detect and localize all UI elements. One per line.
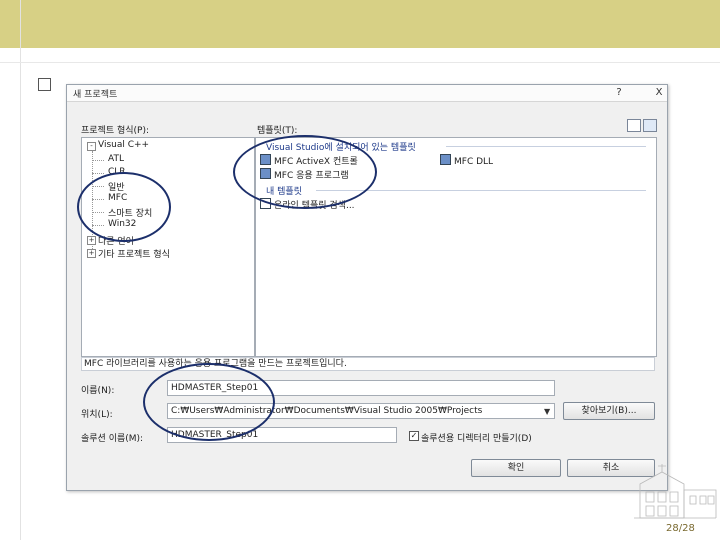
tree-connector-line	[92, 160, 104, 161]
annotation-circle-templates	[233, 135, 377, 209]
create-directory-label: 솔루션용 디렉터리 만들기(D)	[421, 434, 532, 444]
expand-icon[interactable]: +	[87, 236, 96, 245]
project-types-label: 프로젝트 형식(P):	[81, 126, 150, 136]
name-label: 이름(N):	[81, 386, 115, 396]
template-label: MFC DLL	[454, 157, 494, 167]
location-label: 위치(L):	[81, 410, 113, 420]
dialog-titlebar: 새 프로젝트 ? X	[67, 85, 667, 102]
project-types-tree: - Visual C++ ATL CLR 일반 MFC 스마트 장치 Win32…	[81, 137, 255, 357]
solution-name-label: 솔루션 이름(M):	[81, 434, 144, 444]
campus-building-sketch-icon	[634, 464, 717, 519]
collapse-icon[interactable]: -	[87, 142, 96, 151]
ok-button[interactable]: 확인	[471, 459, 561, 477]
chevron-down-icon[interactable]: ▼	[544, 407, 550, 416]
new-project-dialog: 새 프로젝트 ? X 프로젝트 형식(P): 템플릿(T): - Visual …	[66, 84, 668, 491]
page-number: 28/28	[666, 523, 695, 534]
tree-item-visual-cpp[interactable]: Visual C++	[98, 140, 149, 150]
browse-button[interactable]: 찾아보기(B)...	[563, 402, 655, 420]
create-directory-checkbox[interactable]: ✓	[409, 431, 419, 441]
group-divider	[446, 146, 646, 147]
annotation-circle-tree	[77, 172, 171, 242]
large-icons-view-icon[interactable]	[627, 119, 641, 132]
annotation-circle-name	[143, 363, 275, 441]
bullet-square-icon	[38, 78, 51, 91]
template-mfc-dll[interactable]: MFC DLL	[440, 154, 493, 167]
slide-header-band	[0, 0, 720, 48]
tree-connector-line	[92, 173, 104, 174]
expand-icon[interactable]: +	[87, 249, 96, 258]
tree-item-other-project-types[interactable]: 기타 프로젝트 형식	[98, 247, 170, 260]
close-icon[interactable]: X	[651, 86, 667, 99]
help-icon[interactable]: ?	[611, 86, 627, 99]
small-icons-view-icon[interactable]	[643, 119, 657, 132]
mfc-template-icon	[440, 154, 451, 165]
slide-margin-line	[20, 0, 21, 540]
dialog-title: 새 프로젝트	[73, 90, 118, 100]
tree-item-atl[interactable]: ATL	[108, 154, 124, 164]
slide-divider-line	[0, 62, 720, 63]
templates-label: 템플릿(T):	[257, 126, 298, 136]
template-description: MFC 라이브러리를 사용하는 응용 프로그램을 만드는 프로젝트입니다.	[81, 357, 655, 371]
